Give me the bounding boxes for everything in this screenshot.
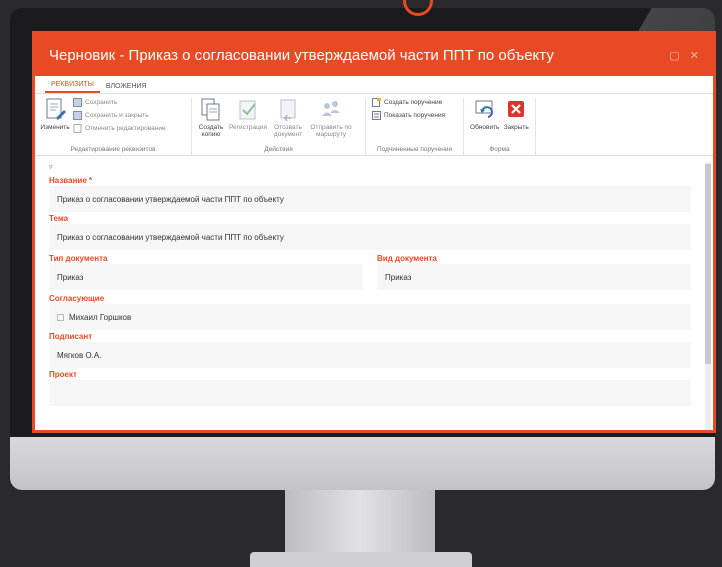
recall-document-icon [280,99,296,122]
document-window: Черновик - Приказ о согласовании утвержд… [32,31,716,433]
edit-button-label: Изменить [40,124,70,131]
save-button-label: Сохранить [85,99,118,106]
cancel-edit-button[interactable]: Отменить редактирование [73,124,166,133]
signer-field[interactable]: Мягков О.А. [49,342,691,368]
approver-name: Михаил Горшков [69,312,132,322]
monitor-stand-neck [285,490,435,554]
show-tasks-label: Показать поручения [384,112,446,119]
copy-document-icon [201,98,220,121]
edit-document-icon [46,98,66,120]
topic-label: Тема [49,214,69,223]
form-scrollbar[interactable] [705,162,711,430]
refresh-label: Обновить [470,124,500,131]
refresh-icon [475,100,493,118]
create-copy-label-1: Создать [198,124,224,131]
task-list-icon [372,111,381,120]
topic-field[interactable]: Приказ о согласовании утверждаемой части… [49,224,691,250]
collapse-icon[interactable]: ▿ [49,162,691,174]
close-icon[interactable]: ✕ [690,49,699,62]
save-button[interactable]: Сохранить [73,98,166,107]
approvers-field[interactable]: Михаил Горшков [49,304,691,330]
doc-kind-field[interactable]: Приказ [377,264,691,290]
new-task-icon [372,98,381,107]
send-route-button[interactable]: Отправить по маршруту [306,98,356,138]
save-icon [73,98,82,107]
scrollbar-thumb[interactable] [705,164,711,364]
ribbon-group-edit: Изменить Сохранить Сохранить и закрыть О… [35,98,192,155]
project-field[interactable] [49,380,691,406]
recall-label-2: документ [273,131,303,139]
ribbon-group-edit-label: Редактирование реквизитов [70,146,156,153]
doc-kind-label: Вид документа [377,254,437,263]
ribbon-group-form: Обновить Закрыть Форма [464,98,536,155]
name-label: Название * [49,176,93,185]
ribbon-group-actions: Создать копию Регистрация Отозвать докум… [192,98,366,155]
tab-bar: РЕКВИЗИТЫ ВЛОЖЕНИЯ [35,76,713,94]
monitor-chin [10,437,715,490]
recall-document-button[interactable]: Отозвать документ [270,98,306,138]
tab-attachments[interactable]: ВЛОЖЕНИЯ [100,83,153,93]
doc-type-label: Тип документа [49,254,108,263]
name-field[interactable]: Приказ о согласовании утверждаемой части… [49,186,691,212]
send-route-label-1: Отправить по [310,124,352,131]
create-task-label: Создать поручение [384,99,443,106]
recall-label-1: Отозвать [274,124,302,131]
save-close-button-label: Сохранить и закрыть [85,112,149,119]
create-copy-button[interactable]: Создать копию [196,98,226,138]
registration-icon [239,100,256,120]
tab-requisites[interactable]: РЕКВИЗИТЫ [45,81,100,93]
maximize-icon[interactable]: ▢ [669,49,679,62]
cancel-edit-button-label: Отменить редактирование [85,125,166,132]
edit-button[interactable]: Изменить [39,98,71,131]
close-form-button[interactable]: Закрыть [501,98,531,131]
approvers-label: Согласующие [49,294,105,303]
project-label: Проект [49,370,77,379]
refresh-button[interactable]: Обновить [468,98,501,131]
registration-label: Регистрация [229,124,267,131]
route-people-icon [322,101,340,116]
signer-label: Подписант [49,332,93,341]
save-close-icon [73,111,82,120]
send-route-label-2: маршруту [315,131,346,139]
ribbon-group-subtasks-label: Подчиненные поручения [376,146,453,153]
window-title: Черновик - Приказ о согласовании утвержд… [49,46,554,64]
ribbon-group-form-label: Форма [489,146,510,153]
cancel-edit-icon [73,124,82,133]
doc-type-field[interactable]: Приказ [49,264,363,290]
document-form: ▿ Название * Приказ о согласовании утвер… [35,162,705,430]
registration-button[interactable]: Регистрация [226,98,270,131]
title-bar: Черновик - Приказ о согласовании утвержд… [35,34,713,76]
create-task-button[interactable]: Создать поручение [372,98,445,107]
ribbon-group-actions-label: Действия [264,146,293,153]
ribbon: Изменить Сохранить Сохранить и закрыть О… [35,94,713,156]
approver-checkbox[interactable] [57,313,64,321]
show-tasks-button[interactable]: Показать поручения [372,111,445,120]
ribbon-group-subtasks: Создать поручение Показать поручения Под… [366,98,464,155]
save-close-button[interactable]: Сохранить и закрыть [73,111,166,120]
close-form-icon [508,101,525,117]
create-copy-label-2: копию [201,131,221,139]
monitor-stand-foot [250,552,472,567]
close-form-label: Закрыть [503,124,529,131]
